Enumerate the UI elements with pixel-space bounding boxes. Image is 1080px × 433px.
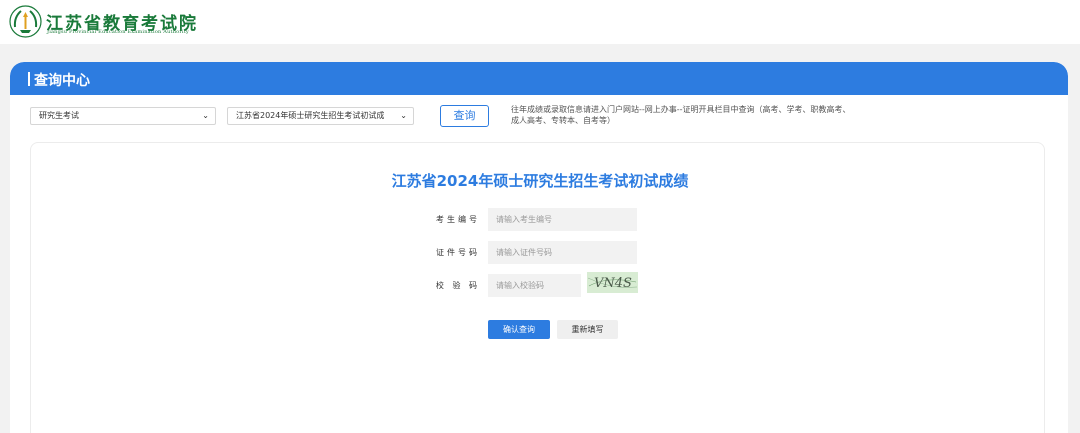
candidate-no-input[interactable]: 请输入考生编号 [488,208,637,231]
confirm-query-button[interactable]: 确认查询 [488,320,550,339]
logo-subtitle: Jiangsu Provincial Education Examination… [47,29,189,35]
top-header: 江苏省教育考试院 Jiangsu Provincial Education Ex… [0,0,1080,44]
exam-type-select[interactable]: 研究生考试 ⌄ [30,107,216,125]
header-bar-decoration [28,72,30,86]
exam-name-select[interactable]: 江苏省2024年硕士研究生招生考试初试成 ⌄ [227,107,414,125]
captcha-code: VN4S [594,276,632,291]
chevron-down-icon: ⌄ [400,111,407,120]
id-no-input[interactable]: 请输入证件号码 [488,241,637,264]
reset-button[interactable]: 重新填写 [557,320,618,339]
exam-type-value: 研究生考试 [39,111,79,120]
captcha-image[interactable]: VN4S [587,272,638,293]
chevron-down-icon: ⌄ [202,111,209,120]
captcha-graphic: VN4S [587,276,638,291]
id-no-label: 证件号码 [436,248,480,257]
captcha-input[interactable]: 请输入校验码 [488,274,581,297]
panel-header: 查询中心 [10,62,1068,95]
notice-text: 往年成绩或录取信息请进入门户网站--网上办事--证明开具栏目中查询（高考、学考、… [511,105,851,125]
captcha-label: 校 验 码 [435,281,480,290]
candidate-no-label: 考生编号 [436,215,480,224]
panel-title: 查询中心 [34,73,90,89]
exam-name-value: 江苏省2024年硕士研究生招生考试初试成 [236,111,385,120]
query-button[interactable]: 查询 [440,105,489,127]
form-title: 江苏省2024年硕士研究生招生考试初试成绩 [391,172,689,190]
logo-emblem-icon [9,5,42,38]
